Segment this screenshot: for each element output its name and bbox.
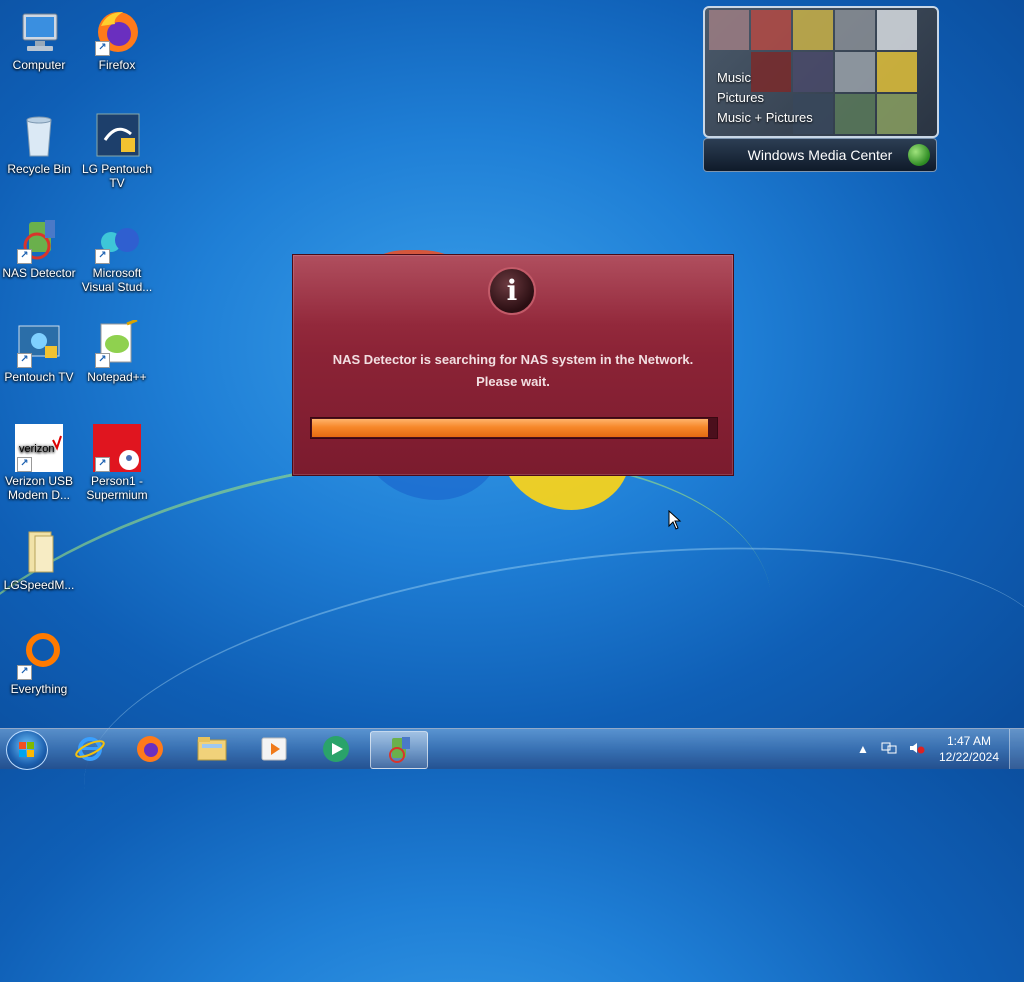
verizon-icon: verizon ↗ [15,424,63,472]
clock-time: 1:47 AM [946,734,991,748]
folder-icon [197,737,227,761]
visual-studio-icon: ↗ [93,216,141,264]
media-center-icon [323,736,349,762]
dialog-message-line1: NAS Detector is searching for NAS system… [332,352,694,367]
supermium-icon: ↗ [93,424,141,472]
desktop-icon-label: Notepad++ [87,370,147,384]
desktop-icon-label: Pentouch TV [4,370,74,384]
taskbar-media-player[interactable] [246,731,302,767]
taskbar: ▲ 1:47 AM 12/22/2024 [0,728,1024,770]
recycle-bin-icon [15,112,63,160]
media-center-title: Windows Media Center [747,147,893,163]
media-center-title-bar[interactable]: Windows Media Center [703,138,937,172]
media-center-menu-music[interactable]: Music [717,68,813,88]
internet-explorer-icon [75,737,105,761]
windows-logo-icon [19,742,35,758]
desktop-icon-verizon-usb[interactable]: verizon ↗ Verizon USB Modem D... [0,424,78,502]
desktop-icon-label: LG Pentouch TV [81,162,153,190]
taskbar-nas-detector[interactable] [370,731,428,769]
desktop-icon-lg-pentouch-tv[interactable]: LG Pentouch TV [78,112,156,190]
volume-muted-icon[interactable] [909,741,925,758]
everything-search-icon: ↗ [15,632,63,680]
desktop-icon-label: Recycle Bin [7,162,71,176]
desktop-icon-label: Verizon USB Modem D... [4,474,74,502]
media-center-menu: Music Pictures Music + Pictures [717,68,813,128]
taskbar-media-center[interactable] [308,731,364,767]
clock[interactable]: 1:47 AM 12/22/2024 [939,733,999,765]
show-hidden-icons-icon[interactable]: ▲ [857,742,869,756]
desktop-icon-label: Everything [10,682,68,696]
desktop-icon-label: Firefox [98,58,136,72]
nas-detector-icon [389,737,410,763]
show-desktop-button[interactable] [1009,729,1024,769]
desktop-icon-label: Microsoft Visual Stud... [81,266,153,294]
pentouch-tv-icon: ↗ [15,320,63,368]
desktop-icon-nas-detector[interactable]: ↗ NAS Detector [0,216,78,280]
nas-detector-icon: ↗ [15,216,63,264]
desktop-icon-supermium[interactable]: ↗ Person1 - Supermium [78,424,156,502]
desktop-icon-everything[interactable]: ↗ Everything [0,632,78,696]
system-tray: ▲ 1:47 AM 12/22/2024 [851,729,1024,769]
taskbar-windows-explorer[interactable] [184,731,240,767]
dialog-message-line2: Please wait. [476,374,550,389]
network-icon[interactable] [881,741,897,758]
desktop-icon-label: Computer [12,58,66,72]
mouse-cursor-icon [668,510,682,530]
firefox-icon [137,736,163,762]
media-center-menu-pictures[interactable]: Pictures [717,88,813,108]
svg-text:verizon: verizon [19,443,54,455]
start-button[interactable] [6,730,48,770]
media-center-gadget[interactable]: Music Pictures Music + Pictures Windows … [703,6,939,172]
media-center-menu-music-pictures[interactable]: Music + Pictures [717,108,813,128]
media-player-icon [261,737,287,761]
computer-icon [15,8,63,56]
lg-pentouch-icon [93,112,141,160]
desktop-icon-notepadpp[interactable]: ↗ Notepad++ [78,318,156,384]
folder-icon [15,528,63,576]
desktop-icon-pentouch-tv[interactable]: ↗ Pentouch TV [0,320,78,384]
info-icon: i [488,267,536,315]
desktop-icon-visual-studio[interactable]: ↗ Microsoft Visual Stud... [78,216,156,294]
progress-bar-fill [312,419,708,437]
notepadpp-icon: ↗ [93,318,141,368]
firefox-icon: ↗ [93,8,141,56]
desktop-icon-label: LGSpeedM... [3,578,75,592]
desktop-icon-label: Person1 - Supermium [86,474,148,502]
desktop-icon-firefox[interactable]: ↗ Firefox [78,8,156,72]
nas-detector-dialog: i NAS Detector is searching for NAS syst… [292,254,734,476]
media-center-orb-icon [908,144,930,166]
taskbar-firefox[interactable] [122,731,178,767]
taskbar-internet-explorer[interactable] [62,731,118,767]
clock-date: 12/22/2024 [938,750,999,764]
progress-bar [310,417,718,439]
desktop-icon-label: NAS Detector [2,266,76,280]
dialog-message: NAS Detector is searching for NAS system… [293,349,733,393]
desktop-icon-recycle-bin[interactable]: Recycle Bin [0,112,78,176]
desktop-icon-computer[interactable]: Computer [0,8,78,72]
desktop-icon-lgspeedm[interactable]: LGSpeedM... [0,528,78,592]
